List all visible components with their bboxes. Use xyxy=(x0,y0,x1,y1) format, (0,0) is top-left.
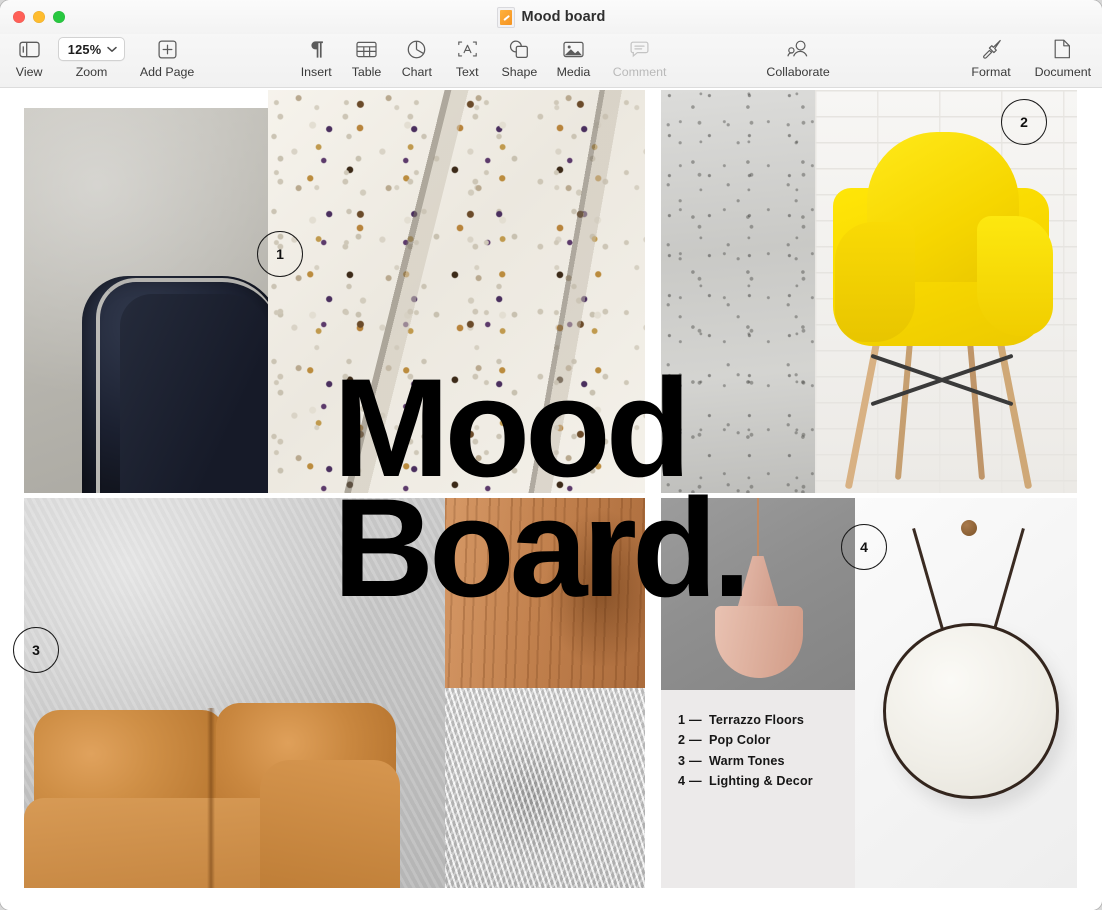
leather-sofa-image[interactable] xyxy=(24,498,445,888)
toolbar-item-zoom[interactable]: 125% Zoom xyxy=(55,34,128,79)
lamp-shade xyxy=(715,606,803,678)
legend-row: 2—Pop Color xyxy=(678,730,813,750)
comment-icon xyxy=(630,37,649,61)
chair-cushion xyxy=(120,294,268,493)
sofa-seam xyxy=(207,708,215,888)
shapes-icon xyxy=(509,37,530,61)
chevron-down-icon xyxy=(107,46,117,53)
toolbar-item-media[interactable]: Media xyxy=(546,34,600,79)
toolbar-label-media: Media xyxy=(557,65,591,79)
toolbar-label-collaborate: Collaborate xyxy=(766,65,829,79)
toolbar-label-insert: Insert xyxy=(301,65,332,79)
badge-marker-2[interactable]: 2 xyxy=(1001,99,1047,145)
maximize-button[interactable] xyxy=(53,11,65,23)
terrazzo-crack-overlay xyxy=(268,90,645,493)
toolbar-item-collaborate[interactable]: Collaborate xyxy=(753,34,842,79)
toolbar-item-document[interactable]: Document xyxy=(1024,34,1102,79)
concrete-image[interactable] xyxy=(661,90,815,493)
legend-dash: — xyxy=(689,710,709,730)
toolbar-item-insert[interactable]: Insert xyxy=(291,34,341,79)
toolbar-label-add-page: Add Page xyxy=(140,65,194,79)
lamp-cord xyxy=(757,498,759,560)
table-icon xyxy=(356,37,377,61)
mirror-glass xyxy=(883,623,1059,799)
window-title-group: Mood board xyxy=(0,0,1102,34)
sidebar-icon xyxy=(19,37,40,61)
pie-chart-icon xyxy=(407,37,426,61)
badge-marker-1[interactable]: 1 xyxy=(257,231,303,277)
toolbar-label-view: View xyxy=(16,65,43,79)
pages-document-icon xyxy=(497,7,515,28)
minimize-button[interactable] xyxy=(33,11,45,23)
toolbar-item-shape[interactable]: Shape xyxy=(492,34,546,79)
close-button[interactable] xyxy=(13,11,25,23)
pendant-lamp-image[interactable] xyxy=(661,498,855,690)
legend-number: 2 xyxy=(678,730,689,750)
legend-dash: — xyxy=(689,751,709,771)
legend-label: Lighting & Decor xyxy=(709,774,813,788)
round-mirror-image[interactable] xyxy=(855,498,1077,888)
toolbar-item-add-page[interactable]: Add Page xyxy=(128,34,206,79)
chair-armrest-left xyxy=(835,222,915,342)
fur-rug-image[interactable] xyxy=(445,688,645,888)
toolbar-label-text: Text xyxy=(456,65,479,79)
wood-grain-image[interactable] xyxy=(445,498,645,688)
traffic-light-buttons xyxy=(0,11,65,23)
mirror-wall-hook xyxy=(961,520,977,536)
plus-square-icon xyxy=(158,37,177,61)
legend-row: 3—Warm Tones xyxy=(678,751,813,771)
paintbrush-icon xyxy=(981,37,1002,61)
toolbar-label-shape: Shape xyxy=(501,65,537,79)
chair-leg-front-right xyxy=(997,341,1032,490)
dark-chair-grey-wall-image[interactable] xyxy=(24,108,268,493)
toolbar-label-comment: Comment xyxy=(613,65,667,79)
legend-dash: — xyxy=(689,771,709,791)
toolbar-item-text[interactable]: Text xyxy=(442,34,492,79)
yellow-chair-image[interactable] xyxy=(815,90,1077,493)
toolbar-item-table[interactable]: Table xyxy=(341,34,391,79)
toolbar-label-zoom: Zoom xyxy=(76,65,108,79)
legend-number: 3 xyxy=(678,751,689,771)
chair-leg-front-left xyxy=(845,341,880,490)
collaborate-icon xyxy=(787,37,809,61)
toolbar-item-chart[interactable]: Chart xyxy=(392,34,442,79)
title-bar: Mood board xyxy=(0,0,1102,34)
toolbar-item-view[interactable]: View xyxy=(3,34,55,79)
window-title: Mood board xyxy=(522,9,606,25)
document-icon xyxy=(1054,37,1071,61)
legend-label: Terrazzo Floors xyxy=(709,713,804,727)
legend-list: 1—Terrazzo Floors2—Pop Color3—Warm Tones… xyxy=(678,710,813,792)
badge-marker-4[interactable]: 4 xyxy=(841,524,887,570)
zoom-popup: 125% xyxy=(58,37,126,61)
pages-window: Mood board View 125% xyxy=(0,0,1102,910)
toolbar-label-format: Format xyxy=(971,65,1010,79)
document-canvas[interactable]: Mood Board. 1—Terrazzo Floors2—Pop Color… xyxy=(0,88,1102,910)
badge-marker-3[interactable]: 3 xyxy=(13,627,59,673)
sofa-armrest xyxy=(260,760,400,888)
pilcrow-icon xyxy=(308,37,325,61)
legend-number: 1 xyxy=(678,710,689,730)
page-1: Mood Board. 1—Terrazzo Floors2—Pop Color… xyxy=(0,88,1102,910)
legend-label: Pop Color xyxy=(709,733,771,747)
toolbar: View 125% Zoom xyxy=(0,34,1102,88)
text-box-icon xyxy=(457,37,478,61)
chair-leg-back-left xyxy=(895,340,913,480)
legend-dash: — xyxy=(689,730,709,750)
chair-armrest-right xyxy=(977,216,1053,336)
terrazzo-image[interactable] xyxy=(268,90,645,493)
legend-label: Warm Tones xyxy=(709,754,785,768)
legend-row: 1—Terrazzo Floors xyxy=(678,710,813,730)
toolbar-label-table: Table xyxy=(352,65,382,79)
legend-number: 4 xyxy=(678,771,689,791)
zoom-popup-button[interactable]: 125% xyxy=(58,37,126,61)
toolbar-item-comment[interactable]: Comment xyxy=(600,34,678,79)
legend-row: 4—Lighting & Decor xyxy=(678,771,813,791)
toolbar-label-chart: Chart xyxy=(402,65,432,79)
toolbar-label-document: Document xyxy=(1035,65,1091,79)
chair-leg-back-right xyxy=(967,340,985,480)
toolbar-item-format[interactable]: Format xyxy=(958,34,1023,79)
photo-icon xyxy=(563,37,584,61)
zoom-value: 125% xyxy=(68,42,102,57)
sofa-seat xyxy=(24,798,274,888)
